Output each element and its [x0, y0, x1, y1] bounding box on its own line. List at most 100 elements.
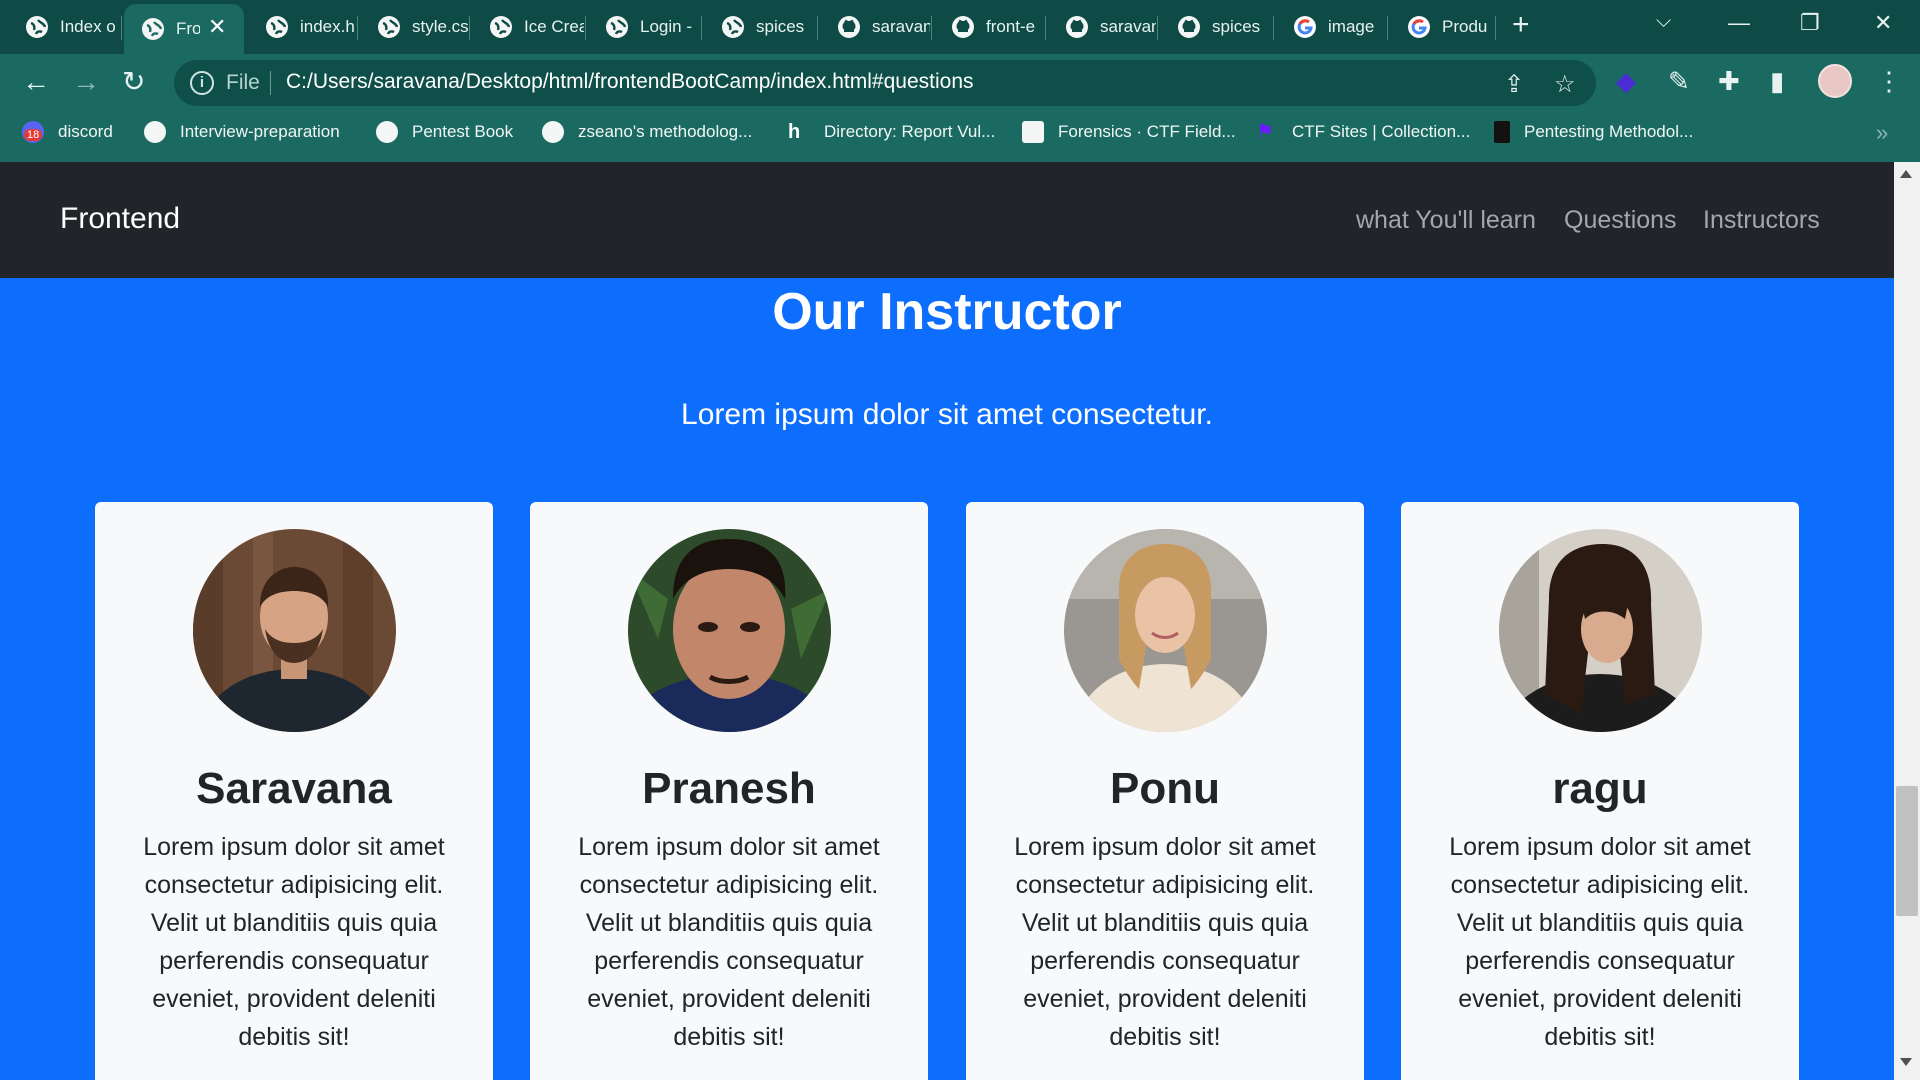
- globe-icon: [266, 16, 288, 38]
- close-tab-icon[interactable]: ✕: [208, 14, 226, 40]
- tab-title: index.h: [300, 17, 355, 36]
- instructor-name: ragu: [1552, 764, 1648, 813]
- globe-icon: [542, 121, 564, 143]
- profile-avatar[interactable]: [1818, 64, 1852, 98]
- document-icon: [1494, 121, 1510, 143]
- google-icon: [1294, 16, 1316, 38]
- browser-tab[interactable]: Produ: [1390, 6, 1494, 48]
- extension-gem-icon[interactable]: ◆: [1616, 66, 1636, 97]
- address-bar[interactable]: i File C:/Users/saravana/Desktop/html/fr…: [174, 60, 1596, 106]
- browser-tab[interactable]: front-e: [934, 6, 1044, 48]
- instructor-photo: [1064, 529, 1267, 732]
- google-icon: [1408, 16, 1430, 38]
- site-brand[interactable]: Frontend: [60, 202, 180, 236]
- tab-title: spices: [1212, 17, 1261, 36]
- browser-tab[interactable]: spices: [704, 6, 816, 48]
- bookmark-label: Pentest Book: [412, 122, 514, 141]
- globe-icon: [606, 16, 628, 38]
- browser-tab[interactable]: Ice Crea: [472, 6, 584, 48]
- tab-separator: [357, 16, 358, 40]
- section-lead: Lorem ipsum dolor sit amet consectetur.: [681, 398, 1213, 431]
- nav-link-learn[interactable]: what You'll learn: [1356, 206, 1536, 235]
- browser-tab[interactable]: index.h: [248, 6, 356, 48]
- tab-title: Fro: [176, 19, 200, 38]
- tab-title: saravan: [1100, 17, 1156, 36]
- bookmarks-bar: 18 discord Interview-preparation Pentest…: [0, 112, 1920, 158]
- site-info-icon[interactable]: i: [190, 71, 214, 95]
- tab-search-chevron-icon[interactable]: ⌵: [1656, 10, 1671, 33]
- bookmark-item[interactable]: ⚑ CTF Sites | Collection...: [1256, 121, 1470, 143]
- site-navbar: Frontend what You'll learn Questions Ins…: [0, 162, 1894, 278]
- side-panel-icon[interactable]: ▮: [1770, 66, 1784, 97]
- browser-tab[interactable]: spices: [1160, 6, 1272, 48]
- globe-icon: [26, 16, 48, 38]
- browser-tab[interactable]: Index o: [8, 6, 120, 48]
- bookmark-item[interactable]: 18 discord: [22, 121, 113, 143]
- globe-icon: [378, 16, 400, 38]
- instructor-card: Saravana Lorem ipsum dolor sit amet cons…: [95, 502, 493, 1080]
- tab-title: saravan: [872, 17, 930, 36]
- browser-tab[interactable]: style.cs: [360, 6, 468, 48]
- bookmark-item[interactable]: zseano's methodolog...: [542, 121, 752, 143]
- page-scrollbar[interactable]: [1894, 162, 1920, 1080]
- bookmark-label: Directory: Report Vul...: [824, 122, 996, 141]
- tab-separator: [1273, 16, 1274, 40]
- bookmark-label: Interview-preparation: [180, 122, 340, 141]
- scroll-down-arrow-icon[interactable]: [1900, 1058, 1912, 1066]
- instructor-name: Ponu: [1110, 764, 1220, 813]
- instructor-bio: Lorem ipsum dolor sit amet consectetur a…: [143, 833, 445, 1051]
- new-tab-icon[interactable]: +: [1512, 8, 1530, 42]
- close-window-icon[interactable]: ✕: [1874, 10, 1892, 36]
- bookmark-label: zseano's methodolog...: [578, 122, 753, 141]
- browser-toolbar: ← → ↻ i File C:/Users/saravana/Desktop/h…: [0, 54, 1920, 112]
- browser-tab[interactable]: Login -: [588, 6, 700, 48]
- tab-separator: [121, 16, 122, 40]
- nav-link-questions[interactable]: Questions: [1564, 206, 1677, 235]
- scroll-up-arrow-icon[interactable]: [1900, 170, 1912, 178]
- bookmark-item[interactable]: Pentest Book: [376, 121, 513, 143]
- browser-tab[interactable]: image: [1276, 6, 1386, 48]
- github-icon: [952, 16, 974, 38]
- tab-separator: [1387, 16, 1388, 40]
- tab-title: Ice Crea: [524, 17, 584, 36]
- github-icon: [838, 16, 860, 38]
- bookmark-star-icon[interactable]: ☆: [1554, 70, 1576, 99]
- instructor-photo: [193, 529, 396, 732]
- tab-separator: [931, 16, 932, 40]
- browser-tab[interactable]: saravan: [1048, 6, 1156, 48]
- bookmark-item[interactable]: Pentesting Methodol...: [1494, 121, 1693, 143]
- instructor-name: Pranesh: [642, 764, 816, 813]
- bookmark-item[interactable]: h Directory: Report Vul...: [788, 121, 995, 143]
- restore-icon[interactable]: ❐: [1800, 10, 1820, 36]
- tab-separator: [1045, 16, 1046, 40]
- extension-pen-icon[interactable]: ✎: [1668, 66, 1690, 97]
- reload-icon[interactable]: ↻: [122, 66, 145, 98]
- tab-separator: [817, 16, 818, 40]
- bookmark-item[interactable]: Forensics · CTF Field...: [1022, 121, 1236, 143]
- url-text[interactable]: C:/Users/saravana/Desktop/html/frontendB…: [286, 70, 974, 94]
- nav-link-instructors[interactable]: Instructors: [1703, 206, 1820, 235]
- instructor-bio: Lorem ipsum dolor sit amet consectetur a…: [1449, 833, 1751, 1051]
- page-viewport: Frontend what You'll learn Questions Ins…: [0, 162, 1894, 1080]
- forward-arrow-icon[interactable]: →: [72, 66, 100, 98]
- tab-title: Login -: [640, 17, 692, 36]
- bookmark-item[interactable]: Interview-preparation: [144, 121, 340, 143]
- minimize-icon[interactable]: —: [1728, 10, 1750, 36]
- scroll-thumb[interactable]: [1896, 786, 1918, 916]
- discord-icon: 18: [22, 121, 44, 143]
- browser-tab[interactable]: saravan: [820, 6, 930, 48]
- menu-kebab-icon[interactable]: ⋮: [1876, 66, 1902, 97]
- globe-icon: [722, 16, 744, 38]
- share-icon[interactable]: ⇪: [1504, 70, 1524, 99]
- more-bookmarks-icon[interactable]: »: [1876, 120, 1888, 146]
- instructor-bio: Lorem ipsum dolor sit amet consectetur a…: [1014, 833, 1316, 1051]
- tab-separator: [585, 16, 586, 40]
- instructor-card: Ponu Lorem ipsum dolor sit amet consecte…: [966, 502, 1364, 1080]
- hackerone-icon: h: [788, 121, 801, 143]
- tab-separator: [1157, 16, 1158, 40]
- globe-icon: [376, 121, 398, 143]
- omnibox-divider: [270, 71, 271, 95]
- extensions-puzzle-icon[interactable]: ✚: [1718, 66, 1740, 97]
- tab-title: front-e: [986, 17, 1036, 36]
- back-arrow-icon[interactable]: ←: [22, 66, 50, 98]
